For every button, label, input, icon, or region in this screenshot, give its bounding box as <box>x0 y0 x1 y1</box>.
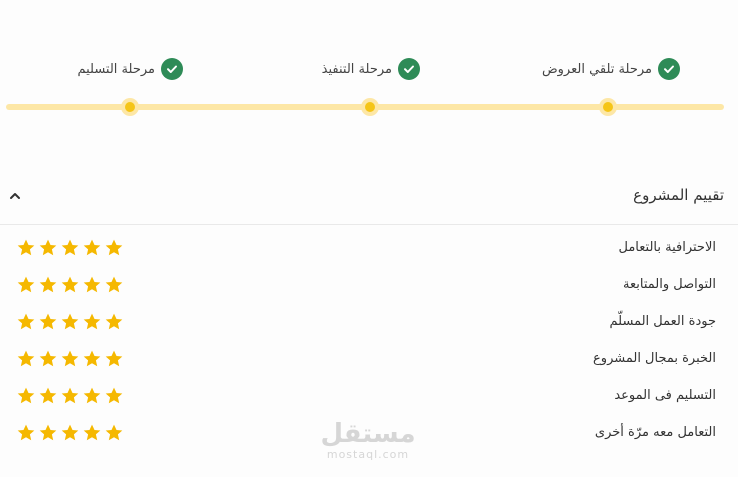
star-icon <box>61 239 79 256</box>
star-icon <box>83 387 101 404</box>
check-circle-icon <box>658 58 680 80</box>
stage-dot <box>361 98 379 116</box>
stage-offers: مرحلة تلقي العروض <box>542 58 680 80</box>
stage-execution: مرحلة التنفيذ <box>322 58 420 80</box>
watermark-main-text: مستقل <box>320 419 416 449</box>
criterion-label: الاحترافية بالتعامل <box>618 240 716 255</box>
chevron-up-icon[interactable] <box>8 188 22 202</box>
stage-delivery: مرحلة التسليم <box>77 58 183 80</box>
star-icon <box>39 350 57 367</box>
check-circle-icon <box>161 58 183 80</box>
rating-criterion-row: الاحترافية بالتعامل <box>0 230 738 267</box>
star-icon <box>39 276 57 293</box>
watermark-url-text: mostaql.com <box>326 448 410 461</box>
star-icon <box>61 424 79 441</box>
rating-section-title: تقييم المشروع <box>633 186 724 204</box>
check-circle-icon <box>398 58 420 80</box>
stage-label: مرحلة تلقي العروض <box>541 61 652 77</box>
star-icon <box>105 313 123 330</box>
rating-criterion-row: التواصل والمتابعة <box>0 267 738 304</box>
star-icon <box>39 313 57 330</box>
rating-criterion-row: الخبرة بمجال المشروع <box>0 341 738 378</box>
star-icon <box>39 239 57 256</box>
star-icon <box>39 424 57 441</box>
stage-label: مرحلة التنفيذ <box>321 61 392 77</box>
star-icon <box>105 239 123 256</box>
star-rating <box>16 423 124 443</box>
project-stages: مرحلة تلقي العروض مرحلة التنفيذ مرحلة ال… <box>0 0 738 130</box>
star-rating <box>16 386 124 406</box>
stage-dot <box>121 98 139 116</box>
star-icon <box>61 313 79 330</box>
criterion-label: التواصل والمتابعة <box>623 277 716 292</box>
stage-label: مرحلة التسليم <box>77 61 155 77</box>
mostaql-watermark-logo: مستقل mostaql.com <box>318 420 418 461</box>
star-icon <box>39 387 57 404</box>
star-icon <box>17 239 35 256</box>
star-icon <box>83 350 101 367</box>
star-rating <box>16 275 124 295</box>
criterion-label: الخبرة بمجال المشروع <box>593 351 716 366</box>
criterion-label: التسليم فى الموعد <box>614 388 716 403</box>
star-rating <box>16 312 124 332</box>
rating-criterion-row: جودة العمل المسلّم <box>0 304 738 341</box>
star-rating <box>16 349 124 369</box>
star-icon <box>17 313 35 330</box>
star-icon <box>17 387 35 404</box>
star-rating <box>16 238 124 258</box>
star-icon <box>83 313 101 330</box>
star-icon <box>105 350 123 367</box>
star-icon <box>83 239 101 256</box>
star-icon <box>105 387 123 404</box>
star-icon <box>61 276 79 293</box>
rating-criterion-row: التسليم فى الموعد <box>0 378 738 415</box>
star-icon <box>17 276 35 293</box>
star-icon <box>61 350 79 367</box>
rating-section-header[interactable]: تقييم المشروع <box>0 176 738 225</box>
star-icon <box>83 276 101 293</box>
criterion-label: جودة العمل المسلّم <box>609 314 716 329</box>
star-icon <box>17 350 35 367</box>
star-icon <box>105 276 123 293</box>
star-icon <box>17 424 35 441</box>
star-icon <box>105 424 123 441</box>
star-icon <box>83 424 101 441</box>
criterion-label: التعامل معه مرّة أخرى <box>594 425 716 440</box>
star-icon <box>61 387 79 404</box>
stage-dot <box>599 98 617 116</box>
